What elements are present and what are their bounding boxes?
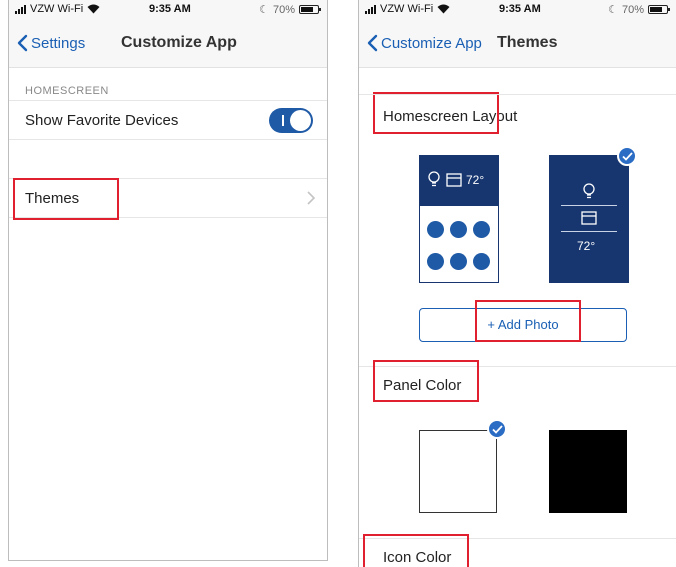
wifi-icon	[87, 4, 100, 14]
battery-indicator: ☾ 70%	[259, 3, 321, 16]
divider-line	[561, 231, 617, 232]
show-favorites-toggle[interactable]	[269, 108, 313, 133]
divider	[359, 94, 676, 95]
toggle-on-mark	[282, 115, 284, 126]
show-favorites-row: Show Favorite Devices	[9, 100, 327, 140]
device-icon	[473, 221, 490, 238]
selected-check-icon	[487, 419, 507, 439]
battery-icon	[299, 5, 321, 14]
status-time: 9:35 AM	[499, 3, 541, 15]
section-header-homescreen: HOMESCREEN	[25, 85, 109, 97]
toggle-knob	[290, 110, 311, 131]
lightbulb-icon	[583, 183, 595, 199]
page-title: Customize App	[121, 34, 237, 51]
show-favorites-label: Show Favorite Devices	[25, 112, 179, 129]
device-grid-panel	[419, 205, 499, 283]
highlight-box-homescreen-layout	[373, 92, 499, 134]
chevron-right-icon	[307, 191, 315, 205]
device-icon	[427, 253, 444, 270]
carrier-indicator: VZW Wi-Fi	[15, 3, 100, 15]
back-button[interactable]: Settings	[17, 34, 85, 52]
battery-indicator: ☾ 70%	[608, 3, 670, 16]
status-bar: VZW Wi-Fi 9:35 AM ☾ 70%	[9, 0, 327, 20]
status-time: 9:35 AM	[149, 3, 191, 15]
highlight-box-panel-color	[373, 360, 479, 402]
chevron-left-icon	[367, 34, 378, 52]
chevron-left-icon	[17, 34, 28, 52]
themes-screen: VZW Wi-Fi 9:35 AM ☾ 70% Customize App Th…	[358, 0, 676, 567]
shade-icon	[446, 173, 462, 187]
carrier-label: VZW Wi-Fi	[380, 3, 434, 15]
navigation-bar: Settings Customize App	[9, 20, 327, 68]
layout-temperature: 72°	[577, 239, 596, 253]
selected-check-icon	[617, 146, 637, 166]
carrier-indicator: VZW Wi-Fi	[365, 3, 450, 15]
moon-icon: ☾	[608, 4, 618, 16]
status-bar: VZW Wi-Fi 9:35 AM ☾ 70%	[359, 0, 676, 20]
divider-line	[561, 205, 617, 206]
device-icon	[473, 253, 490, 270]
customize-app-screen: VZW Wi-Fi 9:35 AM ☾ 70% Settings Customi…	[8, 0, 328, 561]
device-icon	[427, 221, 444, 238]
battery-label: 70%	[272, 3, 295, 16]
layout-option-centered[interactable]: 72°	[549, 155, 629, 283]
shade-icon	[581, 211, 597, 225]
device-icon	[450, 221, 467, 238]
highlight-box-themes	[13, 178, 119, 220]
back-button-label: Customize App	[381, 34, 482, 52]
lightbulb-icon	[428, 171, 440, 187]
page-title: Themes	[497, 34, 558, 51]
navigation-bar: Customize App Themes	[359, 20, 676, 68]
panel-color-black-swatch[interactable]	[549, 430, 627, 513]
layout-temperature: 72°	[466, 173, 485, 187]
carrier-label: VZW Wi-Fi	[30, 3, 84, 15]
battery-icon	[648, 5, 670, 14]
back-button[interactable]: Customize App	[367, 34, 482, 52]
back-button-label: Settings	[31, 34, 86, 52]
wifi-icon	[437, 4, 450, 14]
highlight-box-icon-color	[363, 534, 469, 567]
panel-color-white-swatch[interactable]	[419, 430, 497, 513]
signal-icon	[365, 4, 376, 14]
moon-icon: ☾	[259, 4, 269, 16]
highlight-box-add-photo	[475, 300, 581, 342]
device-icon	[450, 253, 467, 270]
signal-icon	[15, 4, 26, 14]
battery-label: 70%	[621, 3, 644, 16]
layout-option-grid[interactable]: 72°	[419, 155, 499, 283]
